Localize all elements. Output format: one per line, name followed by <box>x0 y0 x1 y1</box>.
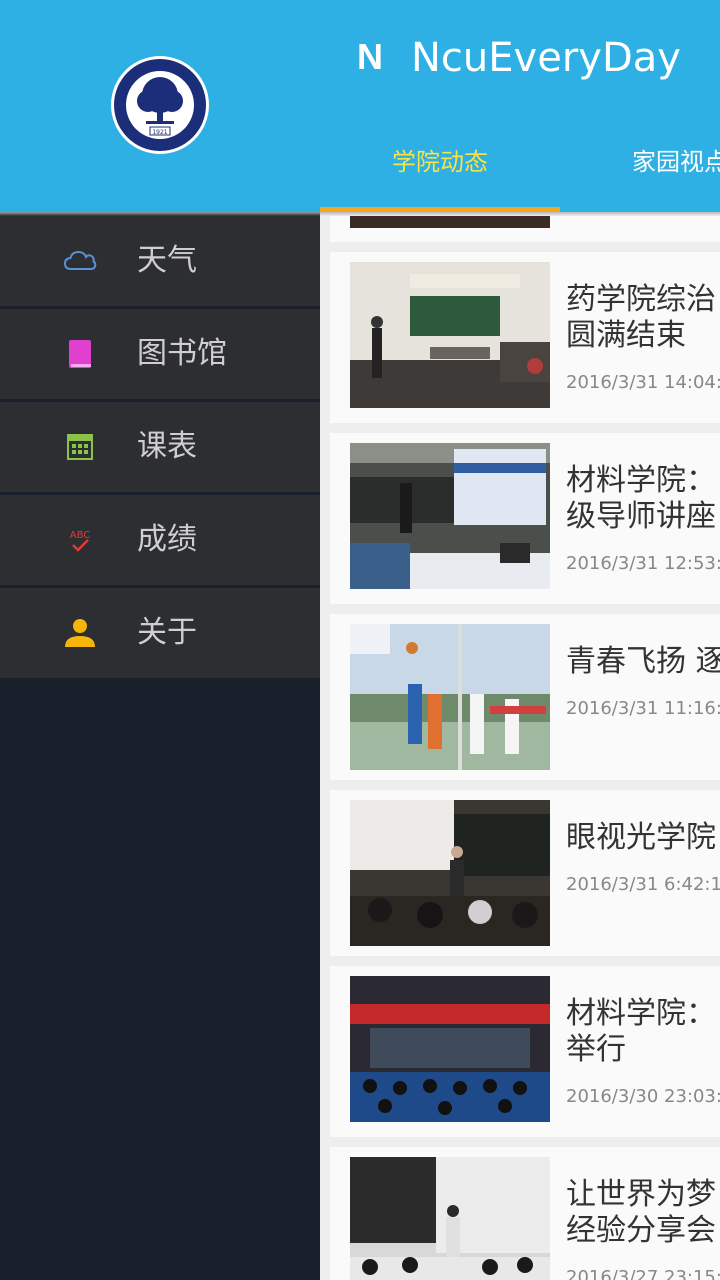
news-card-partial[interactable] <box>330 216 720 242</box>
menu-item-grades[interactable]: ABC 成绩 <box>0 495 320 585</box>
news-date: 2016/3/31 11:16:4 <box>566 698 720 719</box>
news-thumbnail <box>350 800 550 946</box>
news-title: 青春飞扬 逐 <box>566 644 720 679</box>
tab-campus-view[interactable]: 家园视点 <box>632 142 720 182</box>
menu-label: 天气 <box>137 243 197 278</box>
news-date: 2016/3/30 23:03:0 <box>566 1086 720 1107</box>
book-icon <box>69 340 91 368</box>
calendar-icon <box>67 434 93 460</box>
news-card[interactable]: 青春飞扬 逐 2016/3/31 11:16:4 <box>330 614 720 780</box>
news-card[interactable]: 药学院综治 圆满结束 2016/3/31 14:04:0 <box>330 252 720 423</box>
svg-text:N: N <box>357 38 383 74</box>
drawer-header: 1921 <box>0 0 320 212</box>
menu-item-about[interactable]: 关于 <box>0 588 320 678</box>
spellcheck-icon: ABC <box>70 530 90 552</box>
news-title: 材料学院： 举行 <box>566 996 716 1067</box>
news-title: 让世界为梦 经验分享会 <box>566 1177 716 1248</box>
news-thumbnail <box>350 1157 550 1280</box>
menu-label: 图书馆 <box>137 336 227 371</box>
person-icon <box>65 619 95 647</box>
news-title: 眼视光学院 <box>566 820 716 855</box>
svg-text:1921: 1921 <box>152 129 167 136</box>
app-logo-icon: N <box>357 38 383 74</box>
news-thumbnail <box>350 976 550 1122</box>
news-date: 2016/3/31 14:04:0 <box>566 372 720 393</box>
app-title: NcuEveryDay <box>411 35 681 81</box>
news-card[interactable]: 让世界为梦 经验分享会 2016/3/27 23:15: <box>330 1147 720 1280</box>
news-date: 2016/3/31 6:42:10 <box>566 874 720 895</box>
news-card[interactable]: 眼视光学院 2016/3/31 6:42:10 <box>330 790 720 956</box>
news-title: 材料学院： 级导师讲座 <box>566 463 716 534</box>
news-title: 药学院综治 圆满结束 <box>566 282 716 353</box>
university-logo-icon: 1921 <box>111 56 209 154</box>
tab-college-news[interactable]: 学院动态 <box>320 142 560 182</box>
menu-item-library[interactable]: 图书馆 <box>0 309 320 399</box>
news-thumbnail <box>350 624 550 770</box>
menu-label: 关于 <box>137 615 197 650</box>
news-date: 2016/3/31 12:53:4 <box>566 553 720 574</box>
news-thumbnail <box>350 443 550 589</box>
menu-item-weather[interactable]: 天气 <box>0 216 320 306</box>
news-thumbnail <box>350 262 550 408</box>
menu-label: 成绩 <box>137 522 197 557</box>
news-card[interactable]: 材料学院： 级导师讲座 2016/3/31 12:53:4 <box>330 433 720 604</box>
cloud-icon <box>63 250 97 270</box>
news-card[interactable]: 材料学院： 举行 2016/3/30 23:03:0 <box>330 966 720 1137</box>
news-date: 2016/3/27 23:15: <box>566 1267 720 1280</box>
menu-label: 课表 <box>137 429 197 464</box>
navigation-drawer[interactable]: 1921 天气 图书馆 课表 ABC 成绩 关于 <box>0 0 320 1280</box>
menu-item-timetable[interactable]: 课表 <box>0 402 320 492</box>
news-thumbnail <box>350 216 550 228</box>
